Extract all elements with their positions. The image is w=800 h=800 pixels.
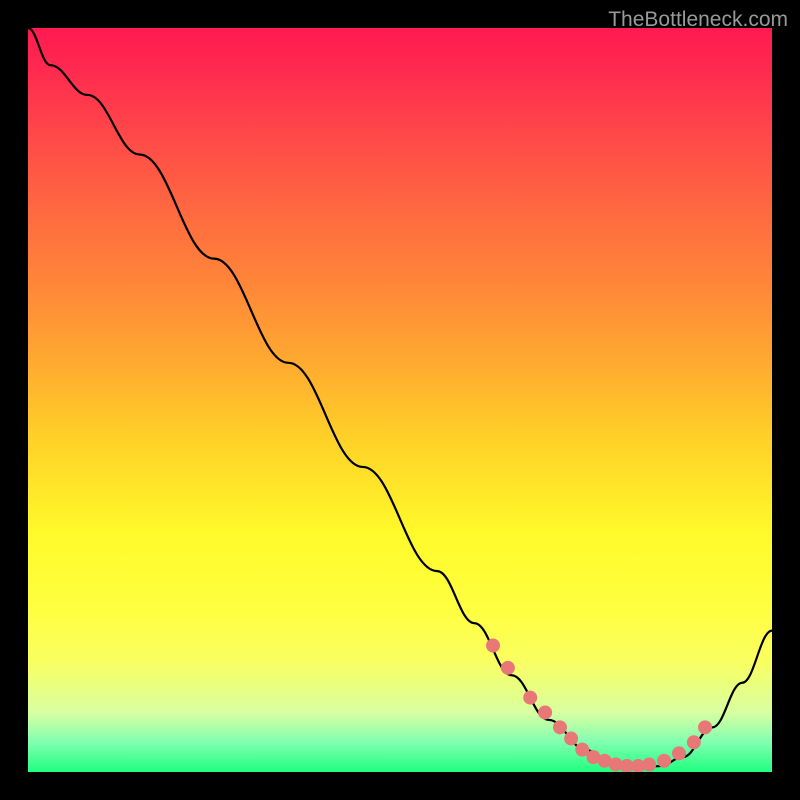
curve-path <box>28 28 772 768</box>
data-point <box>564 732 578 746</box>
highlight-points <box>486 639 712 772</box>
data-point <box>698 720 712 734</box>
chart-svg <box>28 28 772 772</box>
data-point <box>501 661 515 675</box>
data-point <box>687 735 701 749</box>
data-point <box>523 691 537 705</box>
data-point <box>486 639 500 653</box>
data-point <box>553 720 567 734</box>
watermark-text: TheBottleneck.com <box>608 8 788 32</box>
chart-container <box>28 28 772 772</box>
data-point <box>538 705 552 719</box>
data-point <box>642 758 656 772</box>
data-point <box>672 746 686 760</box>
data-point <box>657 754 671 768</box>
